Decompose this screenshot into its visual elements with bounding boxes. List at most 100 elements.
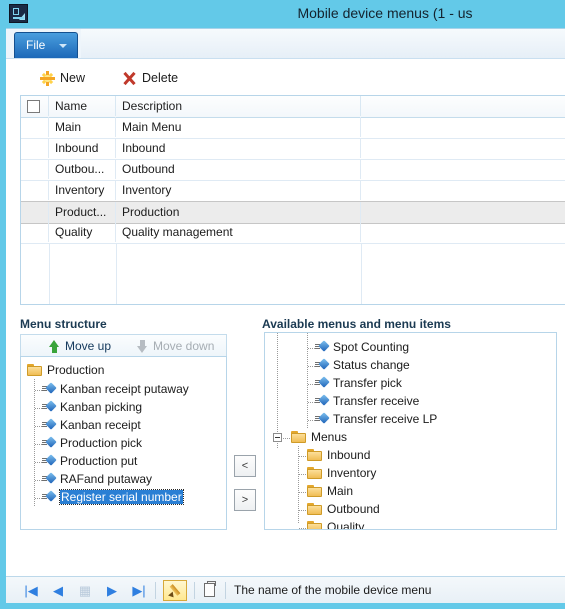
tree-node-label: Inbound	[327, 448, 371, 462]
tree-connector-line	[34, 379, 35, 507]
table-row[interactable]: Quality Quality management	[21, 222, 565, 244]
table-row[interactable]: Inbound Inbound	[21, 138, 565, 160]
menu-item-icon	[315, 412, 331, 426]
move-right-button[interactable]: >	[234, 489, 256, 511]
folder-icon	[307, 521, 322, 529]
menus-grid[interactable]: Name Description Main Main Menu Inbound …	[20, 95, 565, 305]
tree-node-label: Kanban receipt putaway	[60, 382, 189, 396]
delete-button-label: Delete	[142, 71, 179, 85]
row-extra-cell[interactable]	[361, 202, 565, 222]
first-record-glyph: |◀	[24, 583, 38, 598]
tree-node-label: Transfer pick	[333, 376, 402, 390]
row-extra-cell[interactable]	[361, 222, 565, 242]
tree-node-label: Production put	[60, 454, 138, 468]
row-name-text: Outbou...	[55, 162, 105, 176]
status-separator	[155, 582, 156, 599]
menu-item-icon	[315, 358, 331, 372]
available-items-tree[interactable]: Spot Counting Status change Transfer pic…	[264, 332, 557, 530]
row-name-cell[interactable]: Main	[49, 117, 116, 137]
tree-node-label: Production	[47, 363, 105, 377]
row-description-cell[interactable]: Quality management	[116, 222, 361, 242]
first-record-icon[interactable]: |◀	[20, 581, 42, 600]
new-button[interactable]: New	[38, 67, 116, 91]
row-description-text: Production	[122, 205, 180, 219]
status-message: The name of the mobile device menu	[234, 583, 432, 597]
red-x-icon	[122, 71, 137, 86]
folder-icon	[291, 431, 306, 443]
row-name-cell[interactable]: Inventory	[49, 180, 116, 200]
row-name-cell[interactable]: Inbound	[49, 138, 116, 158]
menu-item-icon	[42, 454, 58, 468]
tree-node-label: Outbound	[327, 502, 380, 516]
row-description-cell[interactable]: Outbound	[116, 159, 361, 179]
row-extra-cell[interactable]	[361, 180, 565, 200]
menu-structure-tree[interactable]: Production Kanban receipt putaway Kanban…	[20, 356, 227, 530]
folder-icon	[307, 467, 322, 479]
grid-view-icon[interactable]: ▦	[74, 581, 96, 600]
menu-item-icon	[315, 394, 331, 408]
next-record-glyph: ▶	[107, 583, 117, 598]
row-name-text: Quality	[55, 225, 93, 239]
row-description-cell[interactable]: Inbound	[116, 138, 361, 158]
table-row[interactable]: Main Main Menu	[21, 117, 565, 139]
menu-item-icon	[42, 490, 58, 504]
row-name-text: Inventory	[55, 183, 105, 197]
row-extra-cell[interactable]	[361, 117, 565, 137]
grid-header-name[interactable]: Name	[49, 96, 116, 116]
table-row-selected[interactable]: Product... Production	[21, 201, 565, 224]
folder-icon	[307, 485, 322, 497]
collapse-expander-icon[interactable]	[273, 433, 282, 442]
menu-item-icon	[42, 400, 58, 414]
last-record-icon[interactable]: ▶|	[128, 581, 150, 600]
tree-node-label: Spot Counting	[333, 340, 410, 354]
table-row[interactable]: Inventory Inventory	[21, 180, 565, 202]
tree-connector-line	[298, 446, 299, 524]
next-record-icon[interactable]: ▶	[101, 581, 123, 600]
row-select-cell[interactable]	[21, 117, 49, 137]
delete-button[interactable]: Delete	[120, 67, 206, 91]
document-icon[interactable]	[201, 581, 219, 600]
folder-icon	[27, 364, 42, 376]
grid-header-row: Name Description	[21, 96, 565, 118]
row-name-text: Product...	[55, 205, 107, 219]
move-down-label: Move down	[153, 339, 215, 353]
grid-header-extra[interactable]	[361, 96, 565, 116]
row-name-cell[interactable]: Quality	[49, 222, 116, 242]
row-name-cell[interactable]: Product...	[49, 202, 116, 222]
grid-header-description[interactable]: Description	[116, 96, 361, 116]
menu-item-icon	[315, 340, 331, 354]
available-items-title: Available menus and menu items	[262, 317, 451, 331]
ribbon-bar: File	[6, 28, 565, 59]
row-select-cell[interactable]	[21, 180, 49, 200]
table-row[interactable]: Outbou... Outbound	[21, 159, 565, 181]
row-description-cell[interactable]: Main Menu	[116, 117, 361, 137]
grid-header-name-label: Name	[55, 99, 88, 113]
edit-pencil-icon[interactable]	[163, 580, 187, 601]
row-select-cell[interactable]	[21, 202, 49, 222]
row-extra-cell[interactable]	[361, 159, 565, 179]
tree-node-label: Transfer receive LP	[333, 412, 438, 426]
grid-header-select-all[interactable]	[21, 96, 49, 116]
row-select-cell[interactable]	[21, 222, 49, 242]
select-all-checkbox[interactable]	[27, 100, 40, 113]
tree-node-label: Production pick	[60, 436, 143, 450]
row-description-cell[interactable]: Inventory	[116, 180, 361, 200]
move-left-button[interactable]: <	[234, 455, 256, 477]
row-name-cell[interactable]: Outbou...	[49, 159, 116, 179]
content-area: New Delete Name Description Main Main Me…	[6, 58, 565, 576]
menu-item-icon	[315, 376, 331, 390]
row-select-cell[interactable]	[21, 159, 49, 179]
row-description-text: Outbound	[122, 162, 175, 176]
arrow-up-icon	[49, 340, 60, 353]
file-menu-button[interactable]: File	[14, 32, 78, 58]
row-select-cell[interactable]	[21, 138, 49, 158]
row-extra-cell[interactable]	[361, 138, 565, 158]
grid-empty-area[interactable]	[21, 243, 565, 304]
previous-record-icon[interactable]: ◀	[47, 581, 69, 600]
row-name-text: Main	[55, 120, 82, 134]
status-bar: |◀ ◀ ▦ ▶ ▶| The name of the mobile devic…	[6, 576, 565, 603]
title-bar: Mobile device menus (1 - us	[0, 0, 565, 28]
row-description-text: Inbound	[122, 141, 166, 155]
row-description-cell[interactable]: Production	[116, 202, 361, 222]
row-description-text: Quality management	[122, 225, 233, 239]
